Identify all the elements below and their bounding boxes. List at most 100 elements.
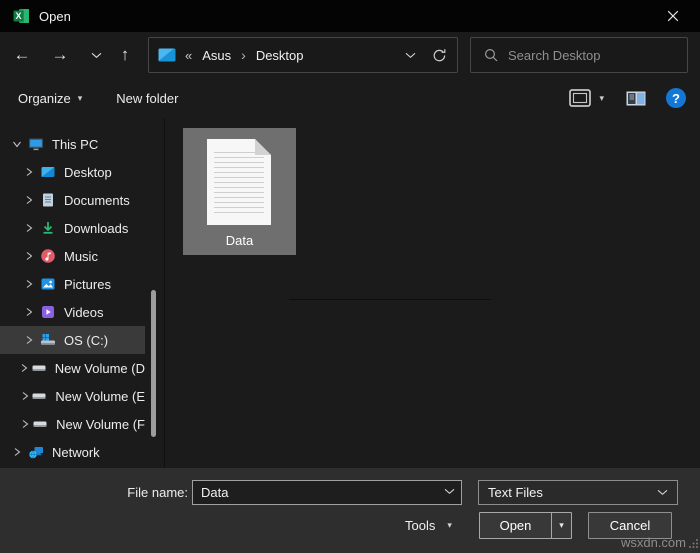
sidebar-item-this-pc[interactable]: This PC xyxy=(0,130,145,158)
breadcrumb-overflow-icon[interactable]: « xyxy=(185,48,192,63)
open-button[interactable]: Open xyxy=(480,513,551,538)
chevron-collapsed-icon[interactable] xyxy=(20,419,30,429)
text-document-icon xyxy=(207,139,271,225)
recent-locations-chevron-icon[interactable] xyxy=(82,39,110,71)
dialog-footer: File name: Text Files Tools ▾ Open ▾ Can… xyxy=(0,468,700,553)
search-input[interactable] xyxy=(508,47,687,63)
file-name-chevron-icon[interactable] xyxy=(444,488,455,495)
command-bar: Organize ▾ New folder ▾ ? xyxy=(0,78,700,118)
sidebar-item-new-volume-e[interactable]: New Volume (E xyxy=(0,382,145,410)
chevron-collapsed-icon[interactable] xyxy=(20,167,38,177)
sidebar-scrollbar[interactable] xyxy=(151,290,156,437)
address-bar[interactable]: « Asus › Desktop xyxy=(148,37,458,73)
chevron-collapsed-icon[interactable] xyxy=(8,447,26,457)
location-folder-icon xyxy=(158,48,176,62)
chevron-down-icon: ▾ xyxy=(447,520,452,530)
drive-icon xyxy=(31,360,47,376)
file-name-combo xyxy=(192,480,462,505)
organize-button[interactable]: Organize ▾ xyxy=(18,91,82,106)
chevron-collapsed-icon[interactable] xyxy=(20,251,38,261)
change-view-icon[interactable] xyxy=(569,89,592,107)
drive-icon xyxy=(31,388,47,404)
file-name-label: Data xyxy=(225,233,254,248)
sidebar-item-label: Downloads xyxy=(64,220,129,236)
drive-icon xyxy=(32,416,48,432)
os-drive-icon xyxy=(40,332,56,348)
window-title: Open xyxy=(39,8,71,24)
sidebar-item-os-c[interactable]: OS (C:) xyxy=(0,326,145,354)
help-button[interactable]: ? xyxy=(666,88,686,108)
title-bar: X Open xyxy=(0,0,700,32)
sidebar-item-label: Network xyxy=(52,444,100,460)
search-icon xyxy=(484,48,498,62)
sidebar-item-new-volume-d[interactable]: New Volume (D xyxy=(0,354,145,382)
sidebar-item-downloads[interactable]: Downloads xyxy=(0,214,145,242)
preview-pane-icon[interactable] xyxy=(626,91,646,106)
open-dialog: X Open ← → ↑ « Asus › Desktop Search Des… xyxy=(0,0,700,553)
network-icon xyxy=(28,444,44,460)
tools-label: Tools xyxy=(405,518,436,533)
chevron-collapsed-icon[interactable] xyxy=(20,307,38,317)
open-options-chevron-icon[interactable]: ▾ xyxy=(552,513,571,538)
search-box[interactable] xyxy=(470,37,688,73)
file-name-input[interactable] xyxy=(192,480,462,505)
chevron-collapsed-icon[interactable] xyxy=(20,279,38,289)
sidebar-item-label: New Volume (F xyxy=(56,416,145,432)
divider xyxy=(289,299,491,300)
sidebar-item-videos[interactable]: Videos xyxy=(0,298,145,326)
chevron-collapsed-icon[interactable] xyxy=(20,223,38,233)
sidebar-item-pictures[interactable]: Pictures xyxy=(0,270,145,298)
sidebar-item-music[interactable]: Music xyxy=(0,242,145,270)
documents-icon xyxy=(40,192,56,208)
resize-grip[interactable] xyxy=(688,537,699,552)
pictures-icon xyxy=(40,276,56,292)
organize-label: Organize xyxy=(18,90,71,106)
desktop-icon xyxy=(40,164,56,180)
watermark: wsxdn.com xyxy=(620,535,686,550)
file-type-select[interactable]: Text Files xyxy=(478,480,678,505)
sidebar-item-label: New Volume (E xyxy=(55,388,145,404)
dialog-content: This PC Desktop Documents Downloads Musi… xyxy=(0,118,700,468)
refresh-icon[interactable] xyxy=(432,48,447,63)
chevron-collapsed-icon[interactable] xyxy=(20,391,29,401)
sidebar-item-label: Pictures xyxy=(64,276,111,292)
excel-app-icon: X xyxy=(13,8,30,24)
view-options-chevron-icon[interactable]: ▾ xyxy=(599,93,604,104)
sidebar-item-label: Desktop xyxy=(64,164,112,180)
chevron-collapsed-icon[interactable] xyxy=(20,335,38,345)
file-item-data[interactable]: Data xyxy=(183,128,296,255)
close-icon[interactable] xyxy=(652,0,694,32)
sidebar-item-desktop[interactable]: Desktop xyxy=(0,158,145,186)
breadcrumb-item-desktop[interactable]: Desktop xyxy=(256,48,304,63)
chevron-expanded-icon[interactable] xyxy=(8,139,26,149)
up-icon[interactable]: ↑ xyxy=(111,39,139,71)
file-type-value: Text Files xyxy=(488,485,543,500)
forward-icon[interactable]: → xyxy=(46,39,74,71)
sidebar-item-new-volume-f[interactable]: New Volume (F xyxy=(0,410,145,438)
tools-button[interactable]: Tools ▾ xyxy=(405,512,452,539)
sidebar-item-network[interactable]: Network xyxy=(0,438,145,466)
navigation-tree: This PC Desktop Documents Downloads Musi… xyxy=(0,118,163,468)
sidebar-item-label: Music xyxy=(64,248,98,264)
breadcrumb-separator-icon[interactable]: › xyxy=(241,47,246,63)
sidebar-item-label: New Volume (D xyxy=(54,360,145,376)
address-dropdown-chevron-icon[interactable] xyxy=(401,46,420,65)
sidebar-item-label: Videos xyxy=(64,304,104,320)
music-icon xyxy=(40,248,56,264)
new-folder-button[interactable]: New folder xyxy=(116,91,178,106)
file-type-chevron-icon xyxy=(657,489,668,496)
chevron-down-icon: ▾ xyxy=(77,92,83,103)
chevron-collapsed-icon[interactable] xyxy=(20,195,38,205)
downloads-icon xyxy=(40,220,56,236)
file-name-field-label: File name: xyxy=(127,485,188,500)
sidebar-item-label: OS (C:) xyxy=(64,332,109,348)
svg-text:X: X xyxy=(15,11,21,21)
chevron-collapsed-icon[interactable] xyxy=(20,363,29,373)
open-split-button: Open ▾ xyxy=(479,512,572,539)
videos-icon xyxy=(40,304,56,320)
breadcrumb-item-asus[interactable]: Asus xyxy=(202,48,231,63)
sidebar-item-documents[interactable]: Documents xyxy=(0,186,145,214)
navigation-bar: ← → ↑ « Asus › Desktop xyxy=(0,32,700,78)
this-pc-icon xyxy=(28,136,44,152)
back-icon[interactable]: ← xyxy=(8,39,36,71)
